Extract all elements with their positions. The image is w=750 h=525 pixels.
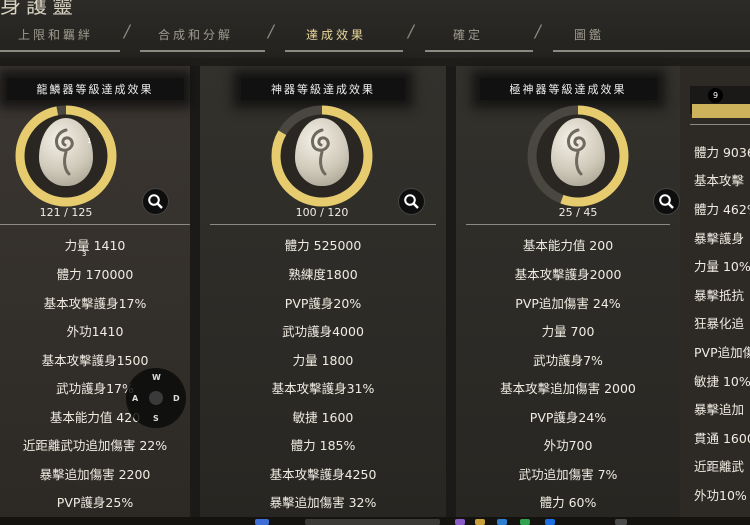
magnify-button[interactable] bbox=[398, 188, 425, 215]
stat-line: 基本攻擊護身2000 bbox=[514, 267, 622, 282]
progress-bar-fill bbox=[692, 104, 750, 118]
stat-line: PVP追加傷 bbox=[694, 345, 750, 360]
stat-line: 基本攻擊護身31% bbox=[271, 381, 375, 396]
stat-line: 基本攻擊護身1500 bbox=[41, 353, 149, 368]
folder-icon[interactable] bbox=[475, 519, 485, 525]
stat-line: 體力 185% bbox=[290, 438, 356, 453]
tab-separator: / bbox=[268, 22, 274, 42]
start-icon[interactable] bbox=[255, 519, 269, 525]
panel-gap bbox=[446, 66, 456, 525]
tab-separator: / bbox=[535, 22, 541, 42]
stat-line: 貫通 1600 bbox=[694, 431, 750, 446]
egg-icon bbox=[295, 118, 349, 186]
stat-line: 力量 700 bbox=[541, 324, 595, 339]
tab-underline bbox=[553, 50, 750, 52]
stat-line: 敏捷 10% bbox=[694, 374, 750, 389]
stat-line: 外功10% bbox=[694, 488, 747, 503]
window-title: 身護靈 bbox=[0, 0, 78, 18]
stat-line: 體力 525000 bbox=[284, 238, 362, 253]
panel-dragon-scale: 龍鱗器等級達成效果 1 121 / 125 力量 1410 3 體力 17000… bbox=[0, 66, 190, 525]
search-icon bbox=[148, 194, 163, 209]
key-s: S bbox=[153, 414, 159, 423]
search-icon bbox=[659, 194, 674, 209]
stat-line: 武功護身7% bbox=[533, 353, 603, 368]
egg-icon bbox=[551, 118, 605, 186]
panel-artifact: 神器等級達成效果 100 / 120 體力 525000 熟練度1800 PVP… bbox=[200, 66, 446, 525]
divider bbox=[210, 224, 436, 225]
key-a: A bbox=[132, 394, 139, 403]
stat-line: 基本能力值 200 bbox=[522, 238, 614, 253]
app-icon[interactable] bbox=[520, 519, 530, 525]
wasd-key-overlay: W A D S bbox=[126, 368, 186, 428]
overlay-center bbox=[149, 391, 163, 405]
panel-gap bbox=[190, 66, 200, 525]
egg-badge: 1 bbox=[87, 137, 92, 145]
panel-title: 龍鱗器等級達成效果 bbox=[0, 78, 190, 100]
tab-separator: / bbox=[124, 22, 130, 42]
stat-line: 武功護身4000 bbox=[282, 324, 364, 339]
tab-achievement-effect[interactable]: 達成效果 bbox=[306, 26, 366, 43]
stat-line: 近距離武功追加傷害 22% bbox=[22, 438, 168, 453]
stat-line: 暴擊護身 bbox=[694, 231, 745, 246]
panel-ultimate-artifact: 極神器等級達成效果 25 / 45 基本能力值 200 基本攻擊護身2000 P… bbox=[456, 66, 680, 525]
stat-line: 基本攻擊護身4250 bbox=[269, 467, 377, 482]
stat-line: 熟練度1800 bbox=[288, 267, 358, 282]
magnify-button[interactable] bbox=[653, 188, 680, 215]
app-icon[interactable] bbox=[615, 519, 627, 525]
tab-collection[interactable]: 圖鑑 bbox=[574, 26, 604, 43]
stray-mark: 3 bbox=[82, 250, 87, 258]
stat-line: PVP追加傷害 24% bbox=[515, 296, 621, 311]
stat-line: 暴擊追加傷害 32% bbox=[269, 495, 377, 510]
tab-underline bbox=[140, 50, 265, 52]
tab-combine-split[interactable]: 合成和分解 bbox=[158, 26, 233, 43]
app-icon[interactable] bbox=[497, 519, 507, 525]
stat-line: 基本攻擊追加傷害 2000 bbox=[500, 381, 636, 396]
taskbar-search[interactable] bbox=[305, 519, 440, 525]
stat-line: PVP護身25% bbox=[56, 495, 134, 510]
key-d: D bbox=[173, 394, 180, 403]
tab-limit-bond[interactable]: 上限和羈絆 bbox=[18, 26, 93, 43]
stat-line: 基本攻擊 bbox=[694, 173, 745, 188]
stat-line: 體力 462% bbox=[694, 202, 750, 217]
progress-counter: 121 / 125 bbox=[39, 206, 93, 219]
egg-icon bbox=[39, 118, 93, 186]
stat-line: 武功追加傷害 7% bbox=[518, 467, 618, 482]
magnify-button[interactable] bbox=[142, 188, 169, 215]
stat-line: 基本攻擊護身17% bbox=[43, 296, 147, 311]
divider bbox=[0, 224, 190, 225]
stat-line: PVP護身20% bbox=[284, 296, 362, 311]
tab-underline bbox=[0, 50, 120, 52]
tab-underline bbox=[285, 50, 403, 52]
panel-title: 極神器等級達成效果 bbox=[456, 78, 680, 100]
stat-line: 敏捷 1600 bbox=[292, 410, 354, 425]
stat-line: 體力 170000 bbox=[56, 267, 134, 282]
stat-line: 外功1410 bbox=[66, 324, 124, 339]
stat-line: 力量 10% bbox=[694, 259, 750, 274]
stat-line: 體力 60% bbox=[539, 495, 597, 510]
stat-line: 暴擊追加傷害 2200 bbox=[39, 467, 151, 482]
stat-line: 暴擊追加 bbox=[694, 402, 745, 417]
stat-line: 體力 9036 bbox=[694, 145, 750, 160]
panel-title: 神器等級達成效果 bbox=[200, 78, 446, 100]
stat-line: PVP護身24% bbox=[529, 410, 607, 425]
stat-line: 暴擊抵抗 bbox=[694, 288, 745, 303]
app-icon[interactable] bbox=[455, 519, 465, 525]
stat-line: 力量 1410 bbox=[64, 238, 126, 253]
progress-counter: 100 / 120 bbox=[295, 206, 349, 219]
progress-counter: 25 / 45 bbox=[558, 206, 598, 219]
divider bbox=[466, 224, 670, 225]
tab-underline bbox=[425, 50, 533, 52]
stat-line: 力量 1800 bbox=[292, 353, 354, 368]
key-w: W bbox=[152, 373, 161, 382]
stat-line: 近距離武 bbox=[694, 459, 745, 474]
tab-separator: / bbox=[408, 22, 414, 42]
browser-icon[interactable] bbox=[545, 519, 555, 525]
search-icon bbox=[404, 194, 419, 209]
panel-partial-right: 9 體力 9036 基本攻擊 體力 462% 暴擊護身 力量 10% 暴擊抵抗 … bbox=[680, 66, 750, 525]
stat-line: 外功700 bbox=[543, 438, 593, 453]
tab-confirm[interactable]: 確定 bbox=[453, 26, 483, 43]
stat-line: 狂暴化追 bbox=[694, 316, 745, 331]
count-badge: 9 bbox=[708, 88, 723, 103]
divider bbox=[690, 124, 750, 125]
